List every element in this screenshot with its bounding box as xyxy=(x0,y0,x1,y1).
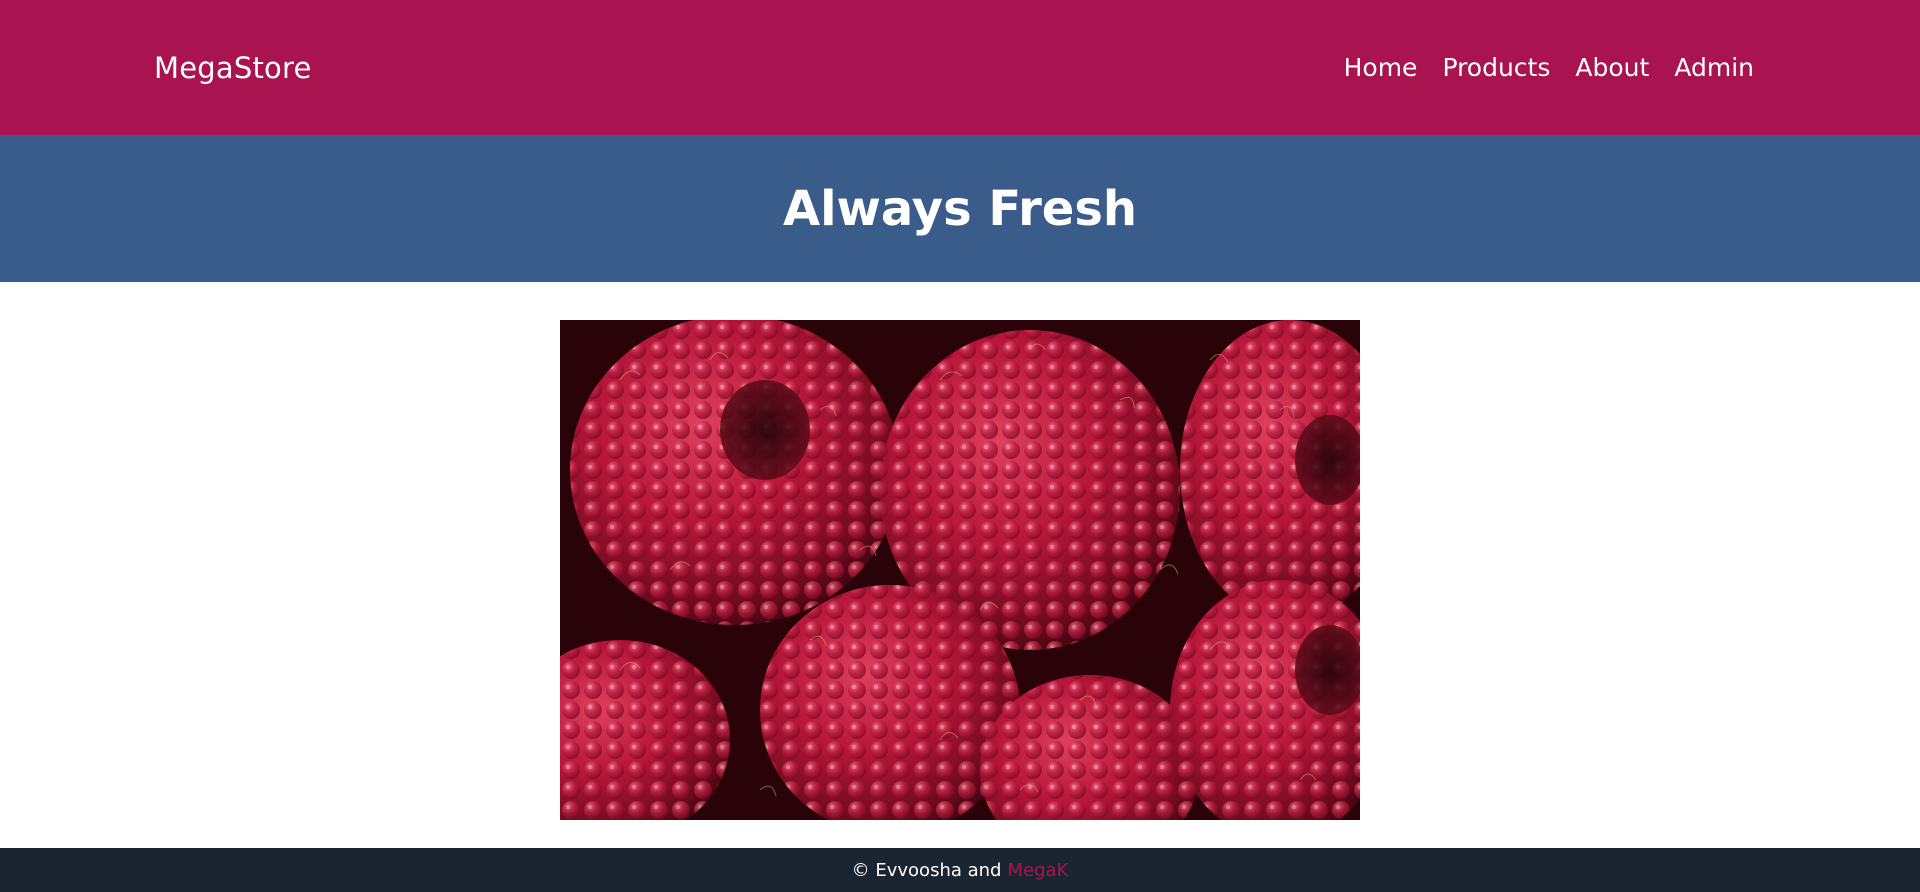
hero-title: Always Fresh xyxy=(782,180,1138,237)
nav-item-products: Products xyxy=(1442,53,1550,82)
nav-links: Home Products About Admin xyxy=(1344,53,1754,82)
main-content xyxy=(0,282,1920,848)
footer-megak-link[interactable]: MegaK xyxy=(1007,860,1068,881)
hero-banner: Always Fresh xyxy=(0,135,1920,282)
brand-link[interactable]: MegaStore xyxy=(154,51,312,85)
nav-item-admin: Admin xyxy=(1674,53,1754,82)
raspberries-image xyxy=(560,320,1360,820)
footer: © Evvoosha and MegaK xyxy=(0,848,1920,892)
nav-link-about[interactable]: About xyxy=(1575,53,1649,82)
nav-link-products[interactable]: Products xyxy=(1442,53,1550,82)
nav-item-about: About xyxy=(1575,53,1649,82)
nav-item-home: Home xyxy=(1344,53,1418,82)
navbar: MegaStore Home Products About Admin xyxy=(0,0,1920,135)
footer-copyright: © Evvoosha and xyxy=(851,859,1002,881)
nav-link-home[interactable]: Home xyxy=(1344,53,1418,82)
nav-link-admin[interactable]: Admin xyxy=(1674,53,1754,82)
